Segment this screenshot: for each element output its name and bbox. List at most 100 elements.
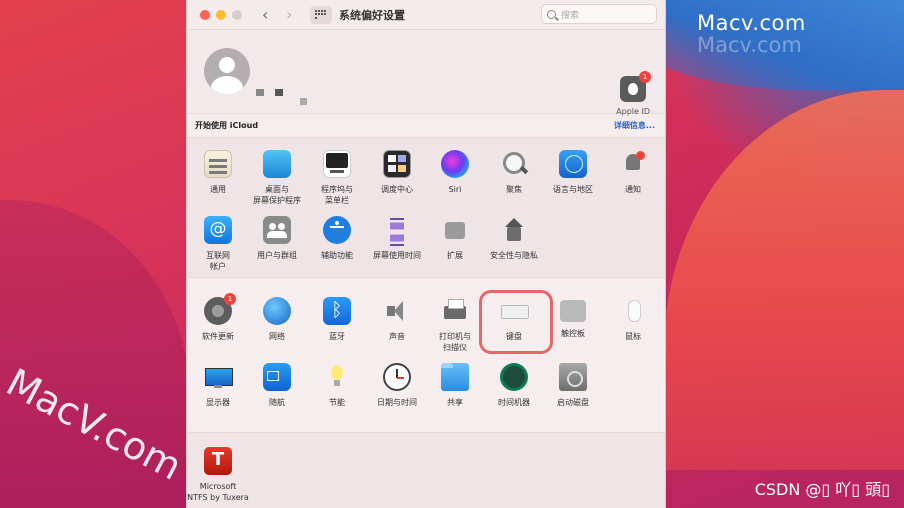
pref-pane-startup[interactable]: 启动磁盘 xyxy=(539,363,607,408)
system-preferences-window: ‹ › 系统偏好设置 搜索 1 Apple ID 开始使用 iCloud 详细信… xyxy=(186,0,666,508)
search-placeholder: 搜索 xyxy=(561,10,580,21)
pref-pane-label: 网络 xyxy=(269,332,285,341)
timemachine-icon xyxy=(500,363,528,391)
notify-icon xyxy=(619,150,647,178)
screentime-icon xyxy=(383,216,411,246)
pref-pane-label: 启动磁盘 xyxy=(557,398,589,407)
pref-pane-tuxera[interactable]: Microsoft NTFS by Tuxera xyxy=(187,447,252,503)
search-field[interactable]: 搜索 xyxy=(541,4,657,24)
prefs-section-other: Microsoft NTFS by Tuxera xyxy=(187,433,665,508)
back-icon[interactable]: ‹ xyxy=(262,5,274,24)
pref-pane-label: 聚焦 xyxy=(506,185,522,194)
zoom-button[interactable] xyxy=(232,9,242,20)
desktop-icon xyxy=(263,150,291,178)
update-icon: 1 xyxy=(204,293,236,325)
pref-pane-spotlight[interactable]: 聚焦 xyxy=(480,150,548,195)
general-icon xyxy=(204,150,232,178)
language-icon xyxy=(559,150,587,178)
apple-id-label: Apple ID xyxy=(616,107,650,116)
keyboard-icon xyxy=(500,297,529,325)
mission-icon xyxy=(383,150,411,178)
pref-pane-label: 节能 xyxy=(329,398,345,407)
forward-icon[interactable]: › xyxy=(286,5,298,24)
tuxera-icon xyxy=(204,447,232,475)
pref-pane-users[interactable]: 用户与群组 xyxy=(243,216,311,261)
avatar[interactable] xyxy=(204,48,250,94)
watermark-csdn: CSDN @▯ 吖▯ 頭▯ xyxy=(754,480,890,499)
minimize-button[interactable] xyxy=(216,9,226,20)
pref-pane-label: 安全性与隐私 xyxy=(490,251,538,260)
prefs-section-personal: 通用桌面与 屏幕保护程序程序坞与 菜单栏调度中心Siri聚焦语言与地区通知互联网… xyxy=(187,138,665,278)
pref-pane-label: 桌面与 屏幕保护程序 xyxy=(253,185,301,205)
energy-icon xyxy=(323,363,351,391)
show-all-grid-icon[interactable] xyxy=(310,5,332,24)
icloud-prompt: 开始使用 iCloud xyxy=(195,121,259,130)
pref-pane-security[interactable]: 安全性与隐私 xyxy=(480,216,548,261)
redacted-name-block xyxy=(256,89,264,96)
pref-pane-label: Siri xyxy=(448,185,462,194)
bluetooth-icon xyxy=(323,297,351,325)
dock-icon xyxy=(323,150,351,178)
pref-pane-label: Microsoft NTFS by Tuxera xyxy=(187,482,249,502)
pref-pane-access[interactable]: 辅助功能 xyxy=(303,216,371,261)
pref-pane-notify[interactable]: 通知 xyxy=(599,150,665,195)
pref-pane-printer[interactable]: 打印机与 扫描仪 xyxy=(421,297,489,353)
pref-pane-network[interactable]: 网络 xyxy=(243,297,311,342)
wallpaper-orange-shape xyxy=(664,90,904,470)
pref-pane-label: 通知 xyxy=(625,185,641,194)
internet-icon xyxy=(204,216,232,244)
watermark-top: Macv.com xyxy=(697,11,806,35)
titlebar: ‹ › 系统偏好设置 搜索 xyxy=(187,0,665,30)
ext-icon xyxy=(441,216,469,244)
pref-pane-label: 语言与地区 xyxy=(553,185,593,194)
pref-pane-desktop[interactable]: 桌面与 屏幕保护程序 xyxy=(243,150,311,206)
mouse-icon xyxy=(619,297,647,325)
pref-pane-sharing[interactable]: 共享 xyxy=(421,363,489,408)
pref-pane-label: 扩展 xyxy=(447,251,463,260)
users-icon xyxy=(263,216,291,244)
printer-icon xyxy=(441,297,469,325)
apple-id-button[interactable]: 1 Apple ID xyxy=(616,71,652,116)
display-icon xyxy=(204,363,233,391)
pref-pane-label: 打印机与 扫描仪 xyxy=(439,332,471,352)
pref-pane-keyboard[interactable]: 键盘 xyxy=(480,297,548,342)
pref-pane-label: 时间机器 xyxy=(498,398,530,407)
redacted-name-block xyxy=(275,89,283,96)
icloud-details-link[interactable]: 详细信息... xyxy=(614,120,655,131)
pref-pane-bluetooth[interactable]: 蓝牙 xyxy=(303,297,371,342)
siri-icon xyxy=(441,150,469,178)
redacted-name-block xyxy=(300,98,307,105)
pref-pane-siri[interactable]: Siri xyxy=(421,150,489,195)
pref-pane-label: 用户与群组 xyxy=(257,251,297,260)
icloud-bar: 开始使用 iCloud 详细信息... xyxy=(187,114,665,138)
pref-pane-ext[interactable]: 扩展 xyxy=(421,216,489,261)
network-icon xyxy=(263,297,291,325)
spotlight-icon xyxy=(500,150,528,178)
pref-pane-label: 蓝牙 xyxy=(329,332,345,341)
pref-pane-label: 随航 xyxy=(269,398,285,407)
pref-pane-language[interactable]: 语言与地区 xyxy=(539,150,607,195)
sidecar-icon xyxy=(263,363,291,391)
pref-pane-label: 鼠标 xyxy=(625,332,641,341)
pref-pane-energy[interactable]: 节能 xyxy=(303,363,371,408)
sound-icon xyxy=(383,297,411,325)
pref-pane-dock[interactable]: 程序坞与 菜单栏 xyxy=(303,150,371,206)
pref-pane-sidecar[interactable]: 随航 xyxy=(243,363,311,408)
prefs-section-hardware: 1软件更新网络蓝牙声音打印机与 扫描仪键盘触控板鼠标显示器随航节能日期与时间共享… xyxy=(187,278,665,433)
close-button[interactable] xyxy=(200,9,210,20)
pref-pane-trackpad[interactable]: 触控板 xyxy=(539,297,607,339)
update-badge: 1 xyxy=(224,293,236,305)
pref-pane-timemachine[interactable]: 时间机器 xyxy=(480,363,548,408)
pref-pane-mouse[interactable]: 鼠标 xyxy=(599,297,665,342)
pref-pane-label: 共享 xyxy=(447,398,463,407)
pref-pane-label: 触控板 xyxy=(561,329,585,338)
pref-pane-label: 键盘 xyxy=(506,332,522,341)
security-icon xyxy=(500,216,528,244)
pref-pane-label: 程序坞与 菜单栏 xyxy=(321,185,353,205)
trackpad-icon xyxy=(560,300,586,322)
search-icon xyxy=(547,9,556,19)
apple-logo-icon: 1 xyxy=(620,71,652,102)
sharing-icon xyxy=(441,363,469,391)
startup-icon xyxy=(559,363,587,391)
account-header: 1 Apple ID xyxy=(187,30,665,116)
